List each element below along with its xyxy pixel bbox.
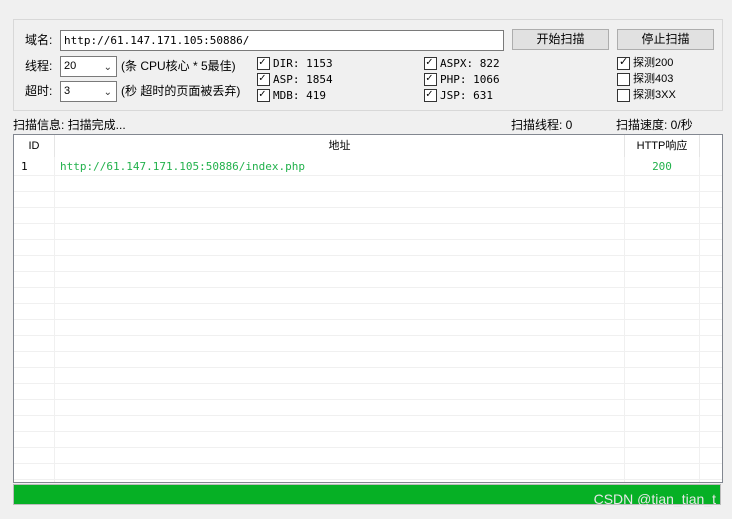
checkbox-icon: ✓	[257, 71, 270, 86]
chevron-down-icon: ⌄	[103, 62, 112, 73]
threads-label: 线程:	[25, 59, 53, 73]
start-scan-button[interactable]: 开始扫描	[512, 29, 609, 50]
empty-row	[14, 303, 722, 320]
checkmark-icon: ✓	[426, 55, 433, 68]
timeout-select[interactable]: 3 ⌄	[60, 81, 117, 102]
results-table[interactable]: ID 地址 HTTP响应 1 http://61.147.171.105:508…	[13, 134, 723, 483]
checkmark-icon: ✓	[426, 71, 433, 84]
scan-speed-text: 扫描速度: 0/秒	[616, 118, 693, 132]
empty-row	[14, 383, 722, 400]
stop-scan-button[interactable]: 停止扫描	[617, 29, 714, 50]
column-divider	[54, 157, 55, 482]
checkbox-icon	[617, 89, 630, 102]
checkmark-icon: ✓	[619, 56, 629, 68]
probe-label: 探测200	[633, 57, 674, 69]
empty-row	[14, 431, 722, 448]
empty-row	[14, 479, 722, 482]
checkbox-icon: ✓	[257, 87, 270, 102]
timeout-hint: (秒 超时的页面被丢弃)	[121, 84, 241, 98]
empty-row	[14, 335, 722, 352]
empty-row	[14, 271, 722, 288]
empty-row	[14, 207, 722, 224]
empty-row	[14, 367, 722, 384]
empty-row	[14, 399, 722, 416]
column-header-id[interactable]: ID	[14, 135, 55, 157]
timeout-label: 超时:	[25, 84, 53, 98]
checkmark-icon: ✓	[259, 71, 266, 84]
threads-value: 20	[64, 60, 77, 72]
chevron-down-icon: ⌄	[103, 87, 112, 98]
checkmark-icon: ✓	[426, 87, 433, 100]
probe-label: 探测3XX	[633, 89, 676, 101]
empty-row	[14, 191, 722, 208]
scan-threads-text: 扫描线程: 0	[511, 118, 573, 132]
empty-row	[14, 319, 722, 336]
empty-row	[14, 239, 722, 256]
checkbox-icon: ✓	[424, 71, 437, 86]
checkbox-icon: ✓	[424, 55, 437, 70]
checkmark-icon: ✓	[259, 87, 266, 100]
column-divider	[624, 157, 625, 482]
column-header-url[interactable]: 地址	[55, 135, 625, 157]
checkbox-icon: ✓	[257, 55, 270, 70]
empty-row	[14, 447, 722, 464]
column-header-http[interactable]: HTTP响应	[625, 135, 700, 157]
watermark-text: CSDN @tian_tian_t	[593, 491, 716, 507]
empty-row	[14, 415, 722, 432]
dict-label: PHP: 1066	[440, 73, 500, 86]
scan-info-text: 扫描信息: 扫描完成...	[13, 118, 126, 132]
empty-row	[14, 255, 722, 272]
table-row[interactable]: 1 http://61.147.171.105:50886/index.php …	[14, 159, 722, 176]
column-divider	[699, 157, 700, 482]
dict-label: ASP: 1854	[273, 73, 333, 86]
dict-label: ASPX: 822	[440, 57, 500, 70]
checkbox-icon	[617, 73, 630, 86]
empty-row	[14, 351, 722, 368]
probe-label: 探测403	[633, 73, 674, 85]
empty-row	[14, 287, 722, 304]
checkbox-icon: ✓	[424, 87, 437, 102]
empty-row	[14, 463, 722, 480]
row-http-code: 200	[652, 160, 672, 173]
domain-label: 域名:	[25, 33, 53, 47]
row-id: 1	[21, 160, 28, 173]
dict-label: JSP: 631	[440, 89, 493, 102]
checkbox-icon: ✓	[617, 56, 630, 70]
empty-row	[14, 175, 722, 192]
checkmark-icon: ✓	[259, 55, 266, 68]
empty-row	[14, 223, 722, 240]
domain-input[interactable]: http://61.147.171.105:50886/	[60, 30, 504, 51]
dict-label: MDB: 419	[273, 89, 326, 102]
dict-label: DIR: 1153	[273, 57, 333, 70]
threads-select[interactable]: 20 ⌄	[60, 56, 117, 77]
timeout-value: 3	[64, 85, 71, 97]
row-url: http://61.147.171.105:50886/index.php	[60, 160, 306, 173]
threads-hint: (条 CPU核心 * 5最佳)	[121, 59, 236, 73]
